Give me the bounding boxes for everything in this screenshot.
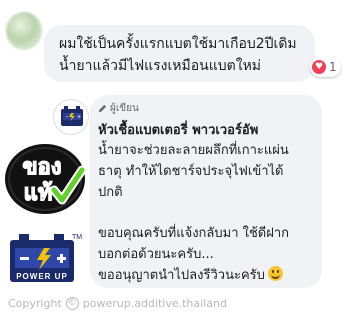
copyright-icon: © (65, 297, 79, 310)
reply-bubble: ผู้เขียน หัวเชื้อแบตเตอรี่ พาวเวอร์อัพ น… (90, 95, 322, 288)
reply-paragraph-1-line-2: ธาตุ ทำให้ไดชาร์จประจุไฟเข้าได้ (98, 164, 284, 179)
commenter-avatar[interactable] (6, 12, 42, 50)
author-badge: ผู้เขียน (98, 101, 322, 116)
page-name-link[interactable]: หัวเชื้อแบตเตอรี่ พาวเวอร์อัพ (98, 119, 322, 140)
comment-bubble: ผมใช้เป็นครั้งแรกแบตใช้มาเกือบ2ปีเดิม น้… (44, 25, 315, 82)
svg-text:แท้: แท้ (24, 181, 53, 206)
svg-text:TM: TM (72, 234, 82, 241)
pencil-icon (98, 104, 107, 113)
svg-text:ของ: ของ (23, 155, 62, 180)
smile-emoji-icon (267, 266, 283, 281)
heart-reaction-icon: ♥ (312, 60, 326, 74)
genuine-product-stamp: ของ แท้ (5, 144, 87, 214)
copyright-watermark: Copyright © powerup.additive.thailand (8, 297, 227, 310)
svg-text:+: + (77, 114, 81, 121)
power-up-logo: TM POWER UP (10, 234, 82, 282)
battery-logo-icon: - + (61, 106, 83, 126)
author-badge-label: ผู้เขียน (110, 103, 139, 114)
svg-text:POWER UP: POWER UP (16, 272, 68, 281)
reply-paragraph-2-line-1: ขอบคุณครับที่แจ้งกลับมา ใช้ดีฝาก (98, 226, 290, 241)
reply-paragraph-2-line-3: ขออนุญาตนำไปลงรีวิวนะครับ (98, 266, 322, 286)
reply-paragraph-1-line-3: ปกติ (98, 185, 123, 200)
reply-paragraph-1-line-1: น้ำยาจะช่วยละลายผลึกที่เกาะแผ่น (98, 143, 289, 158)
copyright-prefix: Copyright (8, 297, 62, 310)
reply-paragraph-2-line-2: บอกต่อด้วยนะครับ... (98, 247, 214, 262)
comment-text-line-1: ผมใช้เป็นครั้งแรกแบตใช้มาเกือบ2ปีเดิม (59, 36, 297, 52)
reaction-count: 1 (329, 60, 337, 74)
watermark-text: powerup.additive.thailand (82, 297, 227, 310)
page-avatar[interactable]: - + (53, 99, 89, 135)
comment-text-line-2: น้ำยาแล้วมีไฟแรงเหมือนแบตใหม่ (59, 58, 262, 74)
reaction-badge[interactable]: ♥ 1 (310, 57, 341, 77)
